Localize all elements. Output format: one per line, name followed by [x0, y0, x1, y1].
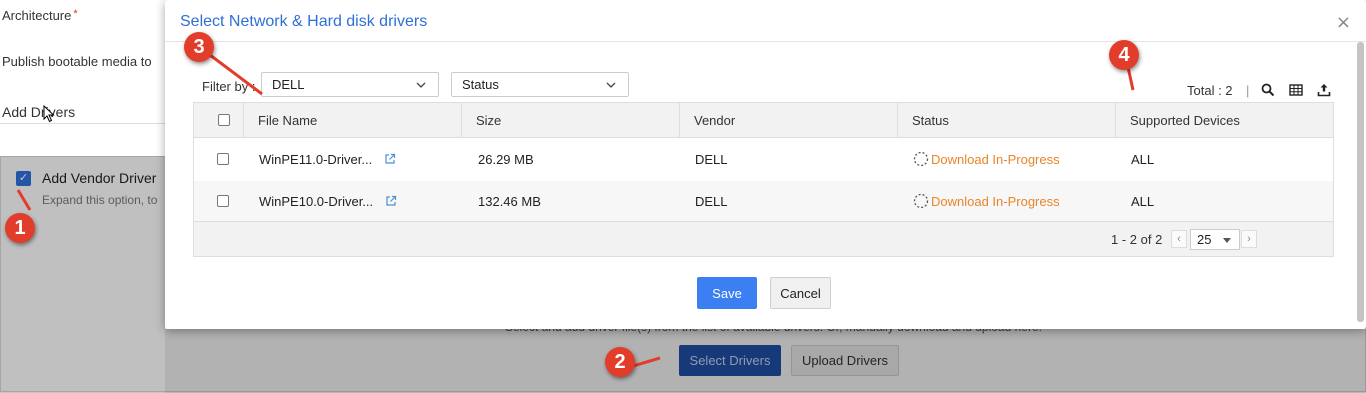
status-filter-select[interactable]: Status	[451, 72, 629, 97]
drivers-table: File Name Size Vendor Status Supported D…	[193, 102, 1334, 257]
page-size-value: 25	[1197, 232, 1212, 247]
table-row: WinPE10.0-Driver... 132.46 MB DELL Downl…	[194, 181, 1333, 223]
caret-down-icon	[1223, 238, 1231, 243]
table-footer: 1 - 2 of 2 ‹ 25 ›	[194, 221, 1333, 256]
row-checkbox[interactable]	[217, 153, 229, 165]
supported-devices-cell: ALL	[1131, 194, 1155, 209]
total-count: Total : 2	[1187, 83, 1233, 98]
file-name: WinPE11.0-Driver...	[259, 152, 373, 167]
annotation-marker-3: 3	[184, 32, 214, 62]
external-link-icon[interactable]	[384, 153, 396, 165]
size-cell: 26.29 MB	[478, 152, 534, 167]
size-cell: 132.46 MB	[478, 194, 541, 209]
toolbar-separator: |	[1246, 83, 1250, 98]
row-checkbox[interactable]	[217, 195, 229, 207]
modal-backdrop-left	[0, 156, 165, 393]
file-name-cell: WinPE10.0-Driver...	[245, 181, 397, 223]
column-supported-devices[interactable]: Supported Devices	[1116, 103, 1333, 138]
column-file-name[interactable]: File Name	[244, 103, 462, 138]
dialog-title: Select Network & Hard disk drivers	[180, 13, 428, 30]
select-drivers-dialog: Select Network & Hard disk drivers × Fil…	[165, 0, 1366, 329]
header-checkbox-cell	[194, 103, 244, 138]
search-icon[interactable]	[1261, 83, 1275, 97]
table-header: File Name Size Vendor Status Supported D…	[194, 103, 1333, 138]
column-size[interactable]: Size	[462, 103, 680, 138]
vendor-filter-value: DELL	[272, 77, 305, 92]
annotation-marker-2: 2	[605, 347, 635, 377]
architecture-label: Architecture *	[2, 8, 78, 23]
external-link-icon[interactable]	[385, 195, 397, 207]
status-filter-value: Status	[462, 77, 499, 92]
add-drivers-label: Add Drivers	[2, 104, 76, 120]
modal-backdrop-bottom	[165, 329, 1366, 393]
annotation-marker-1: 1	[5, 213, 35, 243]
table-row: WinPE11.0-Driver... 26.29 MB DELL Downlo…	[194, 139, 1333, 181]
save-button[interactable]: Save	[697, 277, 757, 309]
annotation-marker-4: 4	[1109, 40, 1139, 70]
pager-range: 1 - 2 of 2	[1111, 232, 1163, 247]
close-icon[interactable]: ×	[1336, 12, 1351, 33]
status-text: Download In-Progress	[931, 194, 1060, 209]
chevron-left-icon[interactable]: ‹	[1171, 230, 1187, 248]
column-status[interactable]: Status	[898, 103, 1116, 138]
header-divider	[165, 41, 1366, 42]
vendor-filter-select[interactable]: DELL	[261, 72, 439, 97]
chevron-right-icon[interactable]: ›	[1241, 230, 1257, 248]
cursor-icon	[43, 105, 55, 123]
vendor-cell: DELL	[695, 194, 728, 209]
chevron-down-icon	[606, 82, 616, 88]
column-grid-icon[interactable]	[1289, 83, 1303, 97]
vendor-cell: DELL	[695, 152, 728, 167]
chevron-down-icon	[416, 82, 426, 88]
spinner-icon	[913, 193, 929, 209]
status-text: Download In-Progress	[931, 152, 1060, 167]
dialog-scrollbar[interactable]	[1357, 42, 1364, 322]
required-mark: *	[73, 8, 78, 20]
file-name: WinPE10.0-Driver...	[259, 194, 374, 209]
select-all-checkbox[interactable]	[218, 114, 230, 126]
status-cell: Download In-Progress	[899, 139, 1060, 181]
page-size-select[interactable]: 25	[1190, 229, 1240, 250]
export-icon[interactable]	[1317, 83, 1331, 97]
status-cell: Download In-Progress	[899, 181, 1060, 223]
filter-by-label: Filter by :	[202, 79, 256, 94]
supported-devices-cell: ALL	[1131, 152, 1155, 167]
file-name-cell: WinPE11.0-Driver...	[245, 139, 396, 181]
cancel-button[interactable]: Cancel	[770, 277, 831, 309]
column-vendor[interactable]: Vendor	[680, 103, 898, 138]
publish-label: Publish bootable media to	[2, 54, 152, 69]
spinner-icon	[913, 151, 929, 167]
divider	[0, 123, 170, 124]
